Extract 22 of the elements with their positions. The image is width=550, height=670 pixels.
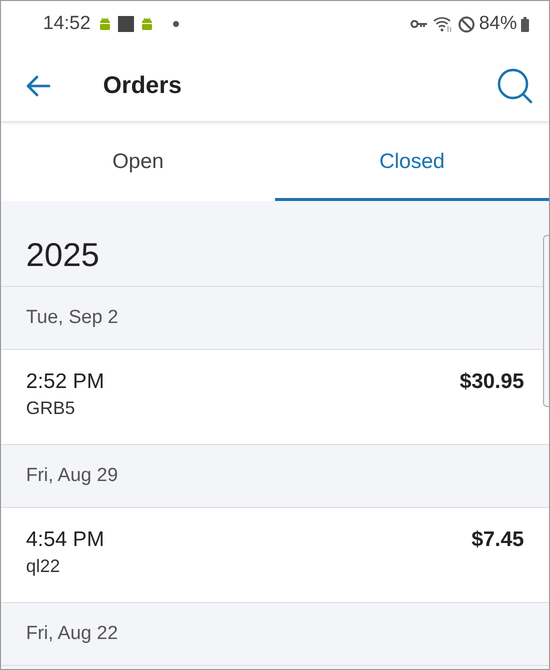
order-code: ql22: [26, 556, 62, 577]
order-amount: $7.45: [471, 528, 524, 552]
screen-title: Orders: [103, 72, 183, 100]
date-heading: Tue, Sep 2: [26, 307, 118, 329]
date-heading: Fri, Aug 29: [26, 465, 118, 487]
date-heading: Fri, Aug 22: [26, 623, 118, 645]
dot-icon: [172, 20, 180, 28]
status-time: 14:52: [43, 13, 91, 35]
order-row[interactable]: 4:54 PM ql22 $7.45: [1, 508, 549, 603]
battery-icon: [521, 16, 529, 32]
blocked-icon: [458, 16, 475, 32]
order-amount: $30.95: [460, 370, 524, 394]
key-icon: [410, 19, 428, 29]
order-time: 4:54 PM: [26, 528, 104, 552]
year-heading: 2025: [26, 236, 100, 274]
order-time: 2:52 PM: [26, 370, 104, 394]
wifi-icon: [432, 15, 453, 33]
battery-percent: 84%: [478, 13, 517, 35]
tab[interactable]: Open: [1, 121, 275, 201]
order-code: GRB5: [26, 398, 76, 419]
order-row[interactable]: 2:52 PM GRB5 $30.95: [1, 350, 549, 445]
square-icon: [118, 16, 134, 32]
